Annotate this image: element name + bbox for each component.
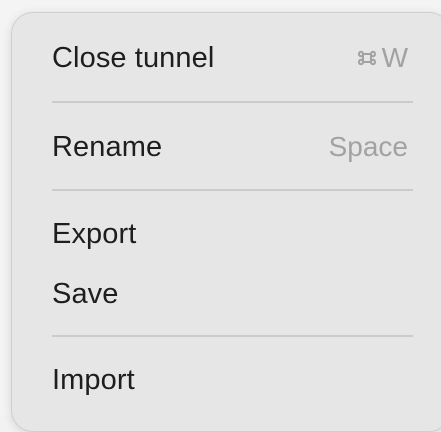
menu-separator — [52, 189, 413, 191]
menu-item-close-tunnel[interactable]: Close tunnel W — [12, 29, 441, 87]
menu-item-label: Rename — [52, 130, 163, 163]
command-icon — [354, 45, 380, 71]
shortcut-key: Space — [328, 131, 408, 162]
shortcut-key: W — [381, 42, 408, 73]
menu-item-label: Close tunnel — [52, 41, 215, 74]
menu-separator — [52, 335, 413, 337]
context-menu: Close tunnel W Rename Space Export Save … — [11, 12, 441, 432]
shortcut-hint: Space — [329, 131, 408, 163]
menu-item-rename[interactable]: Rename Space — [12, 118, 441, 176]
menu-item-export[interactable]: Export — [12, 205, 441, 263]
menu-item-save[interactable]: Save — [12, 265, 441, 323]
menu-separator — [52, 101, 413, 103]
shortcut-hint: W — [354, 42, 408, 74]
menu-item-label: Export — [52, 217, 137, 250]
menu-item-label: Save — [52, 277, 119, 310]
menu-item-label: Import — [52, 363, 135, 396]
menu-item-import[interactable]: Import — [12, 351, 441, 409]
